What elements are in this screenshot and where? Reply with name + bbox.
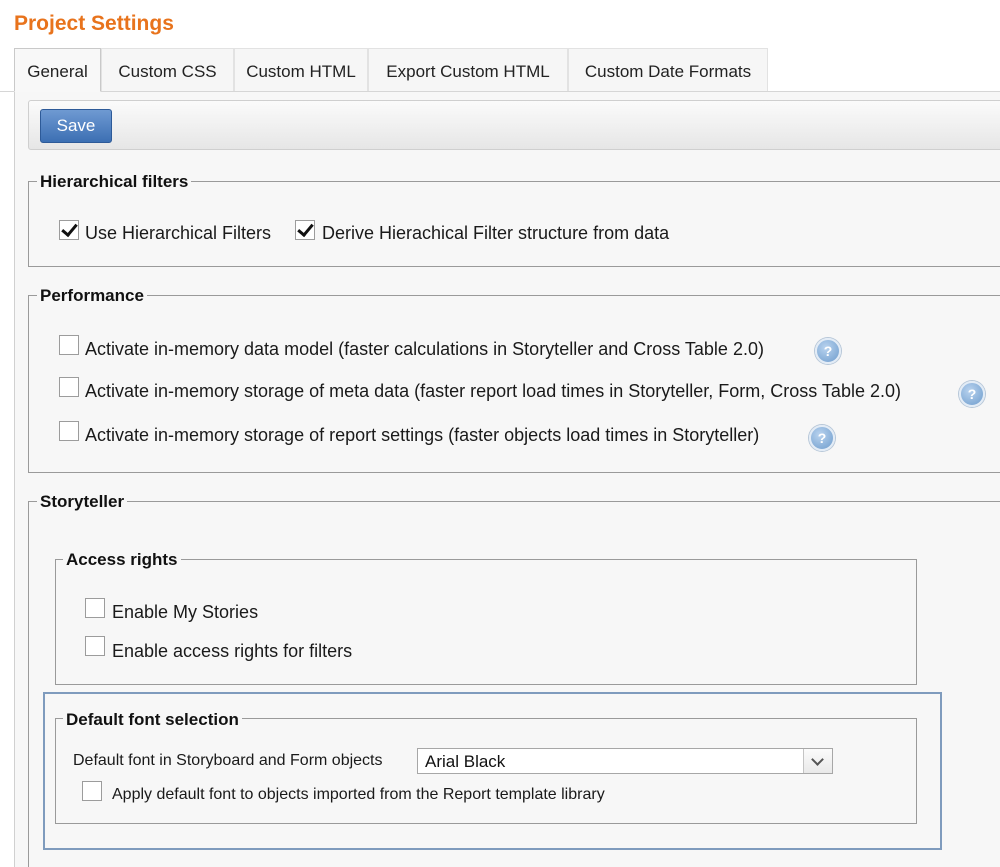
tab-custom-html[interactable]: Custom HTML: [234, 48, 368, 91]
default-font-select[interactable]: Arial Black: [417, 748, 833, 774]
default-font-legend: Default font selection: [63, 710, 242, 730]
in-memory-data-model-label: Activate in-memory data model (faster ca…: [85, 339, 764, 359]
tab-export-custom-html[interactable]: Export Custom HTML: [368, 48, 568, 91]
toolbar: [28, 100, 1000, 150]
page-title: Project Settings: [14, 12, 174, 35]
performance-legend: Performance: [37, 286, 147, 306]
derive-hierarchical-filter-checkbox[interactable]: [295, 220, 315, 240]
access-rights-legend: Access rights: [63, 550, 181, 570]
enable-my-stories-label: Enable My Stories: [112, 602, 259, 622]
use-hierarchical-filters-checkbox[interactable]: [59, 220, 79, 240]
in-memory-report-settings-label: Activate in-memory storage of report set…: [85, 425, 760, 445]
enable-access-rights-filters-checkbox[interactable]: [85, 636, 105, 656]
tab-custom-css[interactable]: Custom CSS: [101, 48, 234, 91]
default-font-select-label: Default font in Storyboard and Form obje…: [73, 752, 383, 769]
in-memory-meta-data-label: Activate in-memory storage of meta data …: [85, 381, 901, 401]
in-memory-data-model-checkbox[interactable]: [59, 335, 79, 355]
apply-default-font-label: Apply default font to objects imported f…: [112, 786, 605, 803]
question-mark-icon[interactable]: ?: [809, 425, 835, 451]
question-mark-icon[interactable]: ?: [959, 381, 985, 407]
use-hierarchical-filters-label: Use Hierarchical Filters: [85, 223, 272, 243]
chevron-down-icon: [811, 753, 824, 766]
save-button[interactable]: Save: [40, 109, 112, 143]
tab-general[interactable]: General: [14, 48, 101, 92]
derive-hierarchical-filter-label: Derive Hierachical Filter structure from…: [322, 223, 670, 243]
default-font-select-value: Arial Black: [425, 752, 506, 771]
tab-custom-date-formats[interactable]: Custom Date Formats: [568, 48, 768, 91]
storyteller-legend: Storyteller: [37, 492, 128, 512]
hierarchical-filters-legend: Hierarchical filters: [37, 172, 192, 192]
enable-my-stories-checkbox[interactable]: [85, 598, 105, 618]
dropdown-button[interactable]: [803, 749, 832, 773]
tab-bar: General Custom CSS Custom HTML Export Cu…: [0, 48, 1000, 92]
in-memory-meta-data-checkbox[interactable]: [59, 377, 79, 397]
apply-default-font-checkbox[interactable]: [82, 781, 102, 801]
question-mark-icon[interactable]: ?: [815, 338, 841, 364]
in-memory-report-settings-checkbox[interactable]: [59, 421, 79, 441]
enable-access-rights-filters-label: Enable access rights for filters: [112, 641, 353, 661]
